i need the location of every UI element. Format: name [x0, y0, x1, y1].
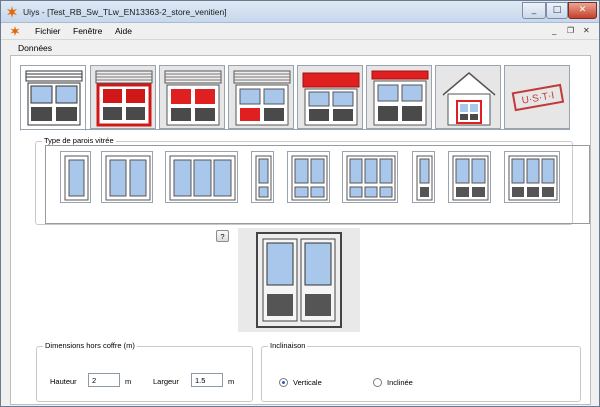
document-app-icon[interactable]	[10, 26, 20, 36]
tab-roller-shutter-red-side[interactable]	[228, 65, 294, 129]
menu-aide[interactable]: Aide	[115, 26, 132, 36]
glazing-single-split-option[interactable]	[251, 151, 274, 203]
usti-stamp-icon: U·S·T·I	[511, 83, 565, 112]
window-blind-icon	[25, 70, 83, 126]
roller-shutter-panes-icon	[164, 70, 222, 126]
glazing-single-panel-option[interactable]	[412, 151, 435, 203]
window-preview-image	[256, 232, 342, 328]
verticale-radio[interactable]	[279, 378, 288, 387]
glazing-single-panel-icon	[416, 155, 433, 201]
glazing-double-icon	[105, 155, 151, 201]
tab-divider	[20, 129, 570, 130]
glazing-triple-split-icon	[346, 155, 396, 201]
tab-red-slat-top[interactable]	[366, 65, 432, 129]
system-tabstrip: U·S·T·I	[20, 65, 570, 131]
donnees-tab-label[interactable]: Données	[18, 43, 52, 53]
glazing-group-label: Type de parois vitrée	[42, 136, 116, 145]
menu-fenetre[interactable]: Fenêtre	[73, 26, 102, 36]
height-label: Hauteur	[50, 377, 77, 386]
dimensions-group-label: Dimensions hors coffre (m)	[43, 341, 137, 350]
main-window: Uiys - [Test_RB_Sw_TLw_EN13363-2_store_v…	[0, 0, 600, 407]
inclination-group-label: Inclinaison	[268, 341, 308, 350]
minimize-button[interactable]: _	[522, 2, 546, 19]
glazing-triple-icon	[169, 155, 236, 201]
maximize-button[interactable]: □	[546, 2, 568, 19]
glazing-single-option[interactable]	[60, 151, 91, 203]
tab-roller-shutter-red-panes[interactable]	[159, 65, 225, 129]
menu-divider	[1, 39, 599, 40]
close-button[interactable]: ✕	[568, 2, 597, 19]
glazing-double-split-option[interactable]	[287, 151, 330, 203]
help-button[interactable]: ?	[216, 230, 229, 242]
width-label: Largeur	[153, 377, 179, 386]
tab-awning-red[interactable]	[297, 65, 363, 129]
window-preview	[238, 228, 360, 332]
glazing-single-split-icon	[255, 155, 272, 201]
inclinee-radio[interactable]	[373, 378, 382, 387]
glazing-triple-panel-icon	[508, 155, 558, 201]
mdi-restore-button[interactable]: ❐	[567, 26, 574, 35]
verticale-label[interactable]: Verticale	[293, 378, 322, 387]
title-bar[interactable]: Uiys - [Test_RB_Sw_TLw_EN13363-2_store_v…	[1, 1, 599, 23]
mdi-minimize-button[interactable]: _	[552, 26, 556, 35]
glazing-double-split-icon	[291, 155, 328, 201]
glazing-triple-option[interactable]	[165, 151, 238, 203]
tab-venetian-blind[interactable]	[20, 65, 86, 131]
app-logo-icon	[7, 6, 17, 18]
glazing-triple-split-option[interactable]	[342, 151, 398, 203]
glazing-double-option[interactable]	[101, 151, 153, 203]
external-blind-icon	[371, 70, 429, 126]
house-icon	[442, 72, 496, 126]
tab-roller-shutter-red-frame[interactable]	[90, 65, 156, 129]
window-title: Uiys - [Test_RB_Sw_TLw_EN13363-2_store_v…	[23, 7, 227, 17]
awning-icon	[302, 72, 360, 126]
width-unit: m	[228, 377, 235, 386]
height-unit: m	[125, 377, 132, 386]
glazing-options	[45, 145, 590, 224]
glazing-double-panel-option[interactable]	[448, 151, 491, 203]
menu-bar: Fichier Fenêtre Aide _ ❐ ✕	[1, 23, 599, 39]
roller-shutter-side-icon	[233, 70, 291, 126]
mdi-close-button[interactable]: ✕	[583, 26, 590, 35]
tab-house[interactable]	[435, 65, 501, 129]
height-input[interactable]	[88, 373, 120, 387]
glazing-triple-panel-option[interactable]	[504, 151, 560, 203]
glazing-double-panel-icon	[452, 155, 489, 201]
inclination-group: Inclinaison	[261, 341, 581, 402]
inclinee-label[interactable]: Inclinée	[387, 378, 413, 387]
glazing-single-icon	[64, 155, 89, 201]
width-input[interactable]	[191, 373, 223, 387]
main-panel: U·S·T·I Type de parois vitrée ? Dimensio…	[10, 55, 591, 405]
tab-usti-stamp[interactable]: U·S·T·I	[504, 65, 570, 129]
roller-shutter-icon	[95, 70, 153, 127]
menu-fichier[interactable]: Fichier	[35, 26, 61, 36]
